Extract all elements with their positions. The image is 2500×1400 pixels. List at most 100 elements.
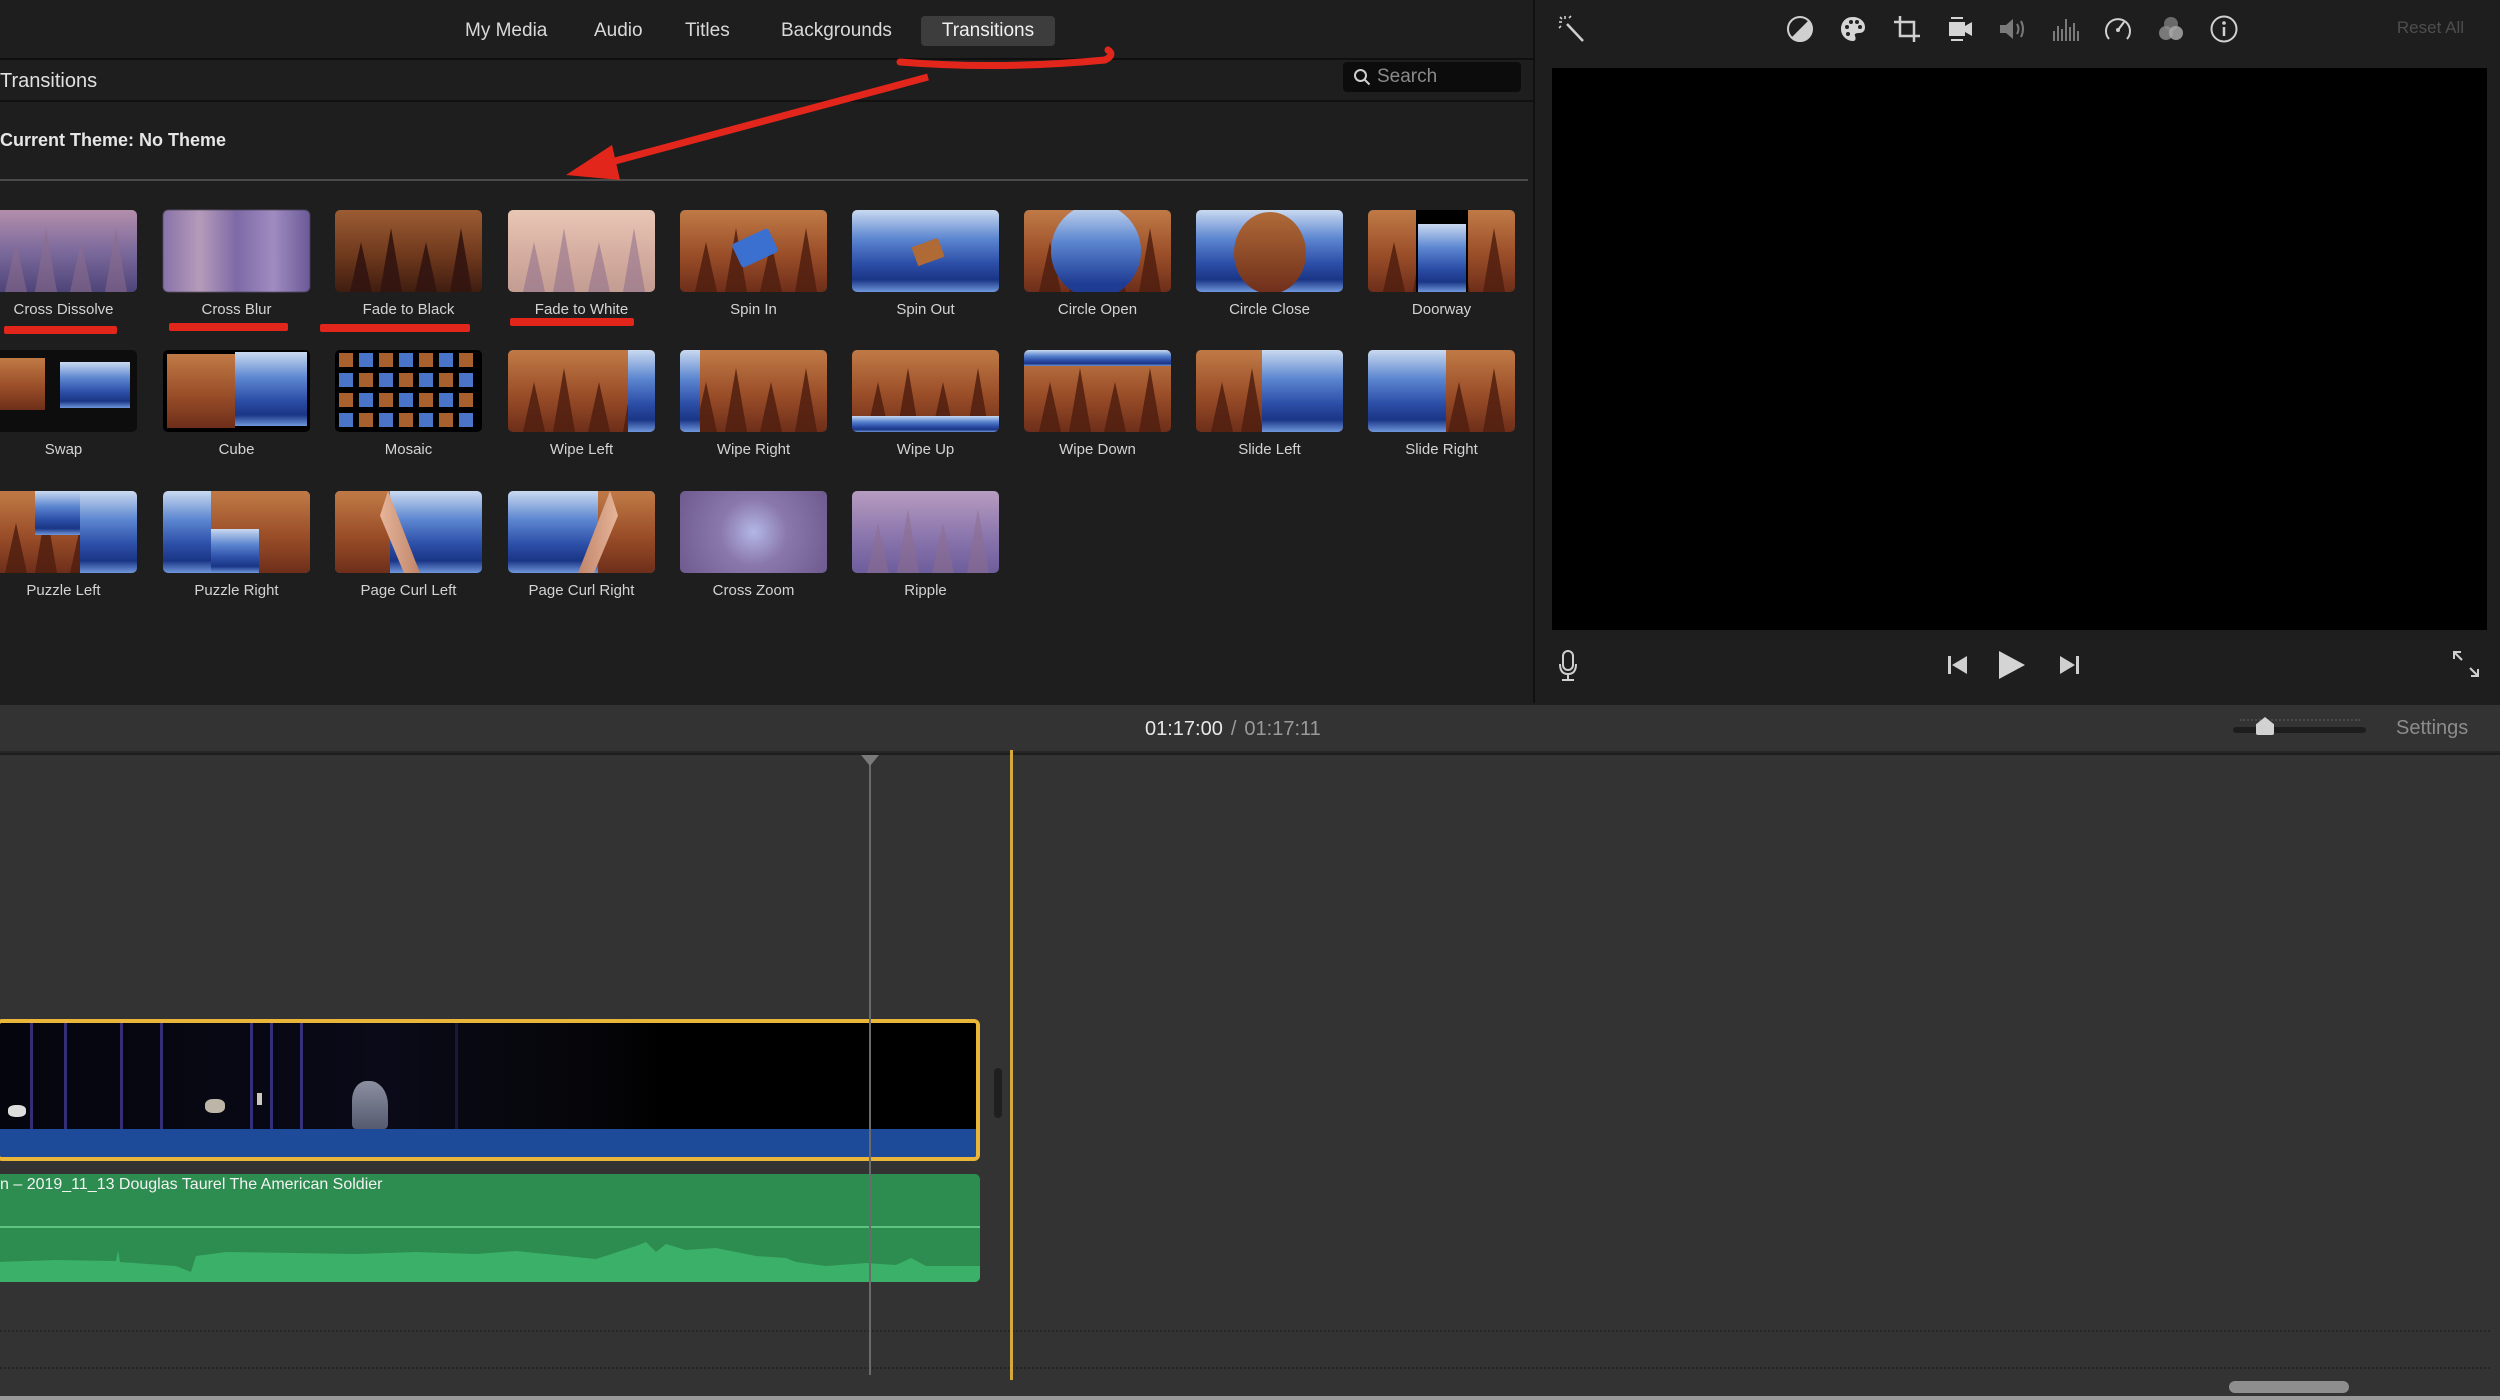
annotation-arrow-head — [566, 145, 620, 180]
transition-tile-page-curl-right[interactable]: Page Curl Right — [508, 491, 655, 599]
transition-tile-slide-left[interactable]: Slide Left — [1196, 350, 1343, 458]
speed-gauge-icon[interactable] — [2103, 14, 2133, 44]
transition-tile-cross-zoom[interactable]: Cross Zoom — [680, 491, 827, 599]
transition-tile-wipe-down[interactable]: Wipe Down — [1024, 350, 1171, 458]
transition-thumbnail — [0, 491, 137, 573]
transition-label: Wipe Up — [896, 441, 955, 458]
transition-thumbnail — [335, 350, 482, 432]
transition-thumbnail — [1368, 210, 1515, 292]
reset-all-button[interactable]: Reset All — [2397, 18, 2464, 38]
thumbnail-graphic — [523, 242, 545, 292]
thumbnail-graphic — [1483, 368, 1505, 432]
transition-tile-cross-blur[interactable]: Cross Blur — [163, 210, 310, 318]
thumbnail-graphic — [1483, 228, 1505, 292]
transition-label: Fade to White — [534, 301, 629, 318]
audio-clip-title: n – 2019_11_13 Douglas Taurel The Americ… — [0, 1176, 383, 1193]
transition-label: Mosaic — [384, 441, 433, 458]
transition-label: Circle Open — [1057, 301, 1138, 318]
transition-label: Page Curl Right — [528, 582, 635, 599]
thumbnail-graphic — [211, 529, 259, 573]
transition-tile-wipe-up[interactable]: Wipe Up — [852, 350, 999, 458]
transition-tile-puzzle-right[interactable]: Puzzle Right — [163, 491, 310, 599]
thumbnail-graphic — [523, 382, 545, 432]
transition-tile-cube[interactable]: Cube — [163, 350, 310, 458]
audio-clip[interactable]: n – 2019_11_13 Douglas Taurel The Americ… — [0, 1174, 980, 1282]
transition-tile-wipe-right[interactable]: Wipe Right — [680, 350, 827, 458]
timeline-horizontal-scrollbar[interactable] — [2229, 1381, 2349, 1393]
transition-tile-cross-dissolve[interactable]: Cross Dissolve — [0, 210, 137, 318]
magic-wand-icon[interactable] — [1557, 14, 1587, 44]
transition-thumbnail — [1196, 350, 1343, 432]
crop-icon[interactable] — [1892, 14, 1922, 44]
thumbnail-graphic — [399, 393, 413, 407]
transition-tile-ripple[interactable]: Ripple — [852, 491, 999, 599]
transition-tile-slide-right[interactable]: Slide Right — [1368, 350, 1515, 458]
video-clip[interactable] — [0, 1019, 980, 1161]
equalizer-icon[interactable] — [2050, 14, 2080, 44]
search-field[interactable] — [1343, 62, 1521, 92]
timeline-settings-button[interactable]: Settings — [2396, 717, 2468, 740]
play-icon[interactable] — [1998, 650, 2026, 680]
skimmer-head[interactable] — [861, 755, 879, 766]
thumbnail-graphic — [1211, 382, 1233, 432]
thumbnail-graphic — [379, 413, 393, 427]
info-icon[interactable] — [2209, 14, 2239, 44]
timeline-area[interactable]: n – 2019_11_13 Douglas Taurel The Americ… — [0, 750, 2500, 1400]
thumbnail-graphic — [339, 353, 353, 367]
transition-tile-puzzle-left[interactable]: Puzzle Left — [0, 491, 137, 599]
transition-tile-wipe-left[interactable]: Wipe Left — [508, 350, 655, 458]
transition-tile-mosaic[interactable]: Mosaic — [335, 350, 482, 458]
track-divider — [0, 1330, 2490, 1332]
transition-thumbnail — [0, 350, 137, 432]
clip-filter-icon[interactable] — [2156, 14, 2186, 44]
volume-icon[interactable] — [1997, 14, 2027, 44]
skip-forward-icon[interactable] — [2058, 654, 2080, 676]
thumbnail-graphic — [1139, 368, 1161, 432]
thumbnail-graphic — [795, 228, 817, 292]
annotation-underline-fade-to-white — [510, 318, 634, 326]
transition-tile-circle-close[interactable]: Circle Close — [1196, 210, 1343, 318]
transition-tile-circle-open[interactable]: Circle Open — [1024, 210, 1171, 318]
transition-tile-fade-to-white[interactable]: Fade to White — [508, 210, 655, 318]
transition-tile-spin-in[interactable]: Spin In — [680, 210, 827, 318]
thumbnail-graphic — [379, 393, 393, 407]
thumbnail-graphic — [359, 373, 373, 387]
transition-thumbnail — [508, 491, 655, 573]
thumbnail-graphic — [1234, 212, 1306, 292]
transition-tile-page-curl-left[interactable]: Page Curl Left — [335, 491, 482, 599]
search-input[interactable] — [1377, 64, 1517, 90]
transition-thumbnail — [680, 350, 827, 432]
total-duration: 01:17:11 — [1244, 718, 1321, 740]
thumbnail-graphic — [459, 413, 473, 427]
thumbnail-graphic — [335, 491, 390, 573]
fullscreen-icon[interactable] — [2452, 650, 2480, 678]
color-correction-palette-icon[interactable] — [1838, 14, 1868, 44]
transition-label: Wipe Left — [549, 441, 614, 458]
video-clip-filmstrip — [0, 1023, 976, 1129]
thumbnail-graphic — [35, 228, 57, 292]
transition-tile-fade-to-black[interactable]: Fade to Black — [335, 210, 482, 318]
thumbnail-graphic — [419, 353, 433, 367]
transition-label: Doorway — [1411, 301, 1472, 318]
transition-thumbnail — [1024, 350, 1171, 432]
color-balance-icon[interactable] — [1785, 14, 1815, 44]
timeline-clip-resize-handle[interactable] — [994, 1068, 1002, 1118]
thumbnail-graphic — [339, 413, 353, 427]
transition-tile-doorway[interactable]: Doorway — [1368, 210, 1515, 318]
transition-thumbnail — [852, 350, 999, 432]
playhead[interactable] — [1010, 750, 1013, 1380]
thumbnail-graphic — [439, 353, 453, 367]
transition-label: Cross Blur — [201, 301, 272, 318]
thumbnail-graphic — [553, 228, 575, 292]
thumbnail-graphic — [795, 368, 817, 432]
microphone-icon[interactable] — [1557, 650, 1579, 682]
thumbnail-graphic — [359, 413, 373, 427]
thumbnail-graphic — [1139, 228, 1161, 292]
timeline-zoom-slider[interactable] — [2233, 717, 2366, 735]
skip-back-icon[interactable] — [1947, 654, 1969, 676]
transition-tile-swap[interactable]: Swap — [0, 350, 137, 458]
stabilization-camera-icon[interactable] — [1945, 14, 1975, 44]
transition-tile-spin-out[interactable]: Spin Out — [852, 210, 999, 318]
audio-volume-line[interactable] — [0, 1226, 980, 1228]
video-preview[interactable] — [1552, 68, 2487, 630]
